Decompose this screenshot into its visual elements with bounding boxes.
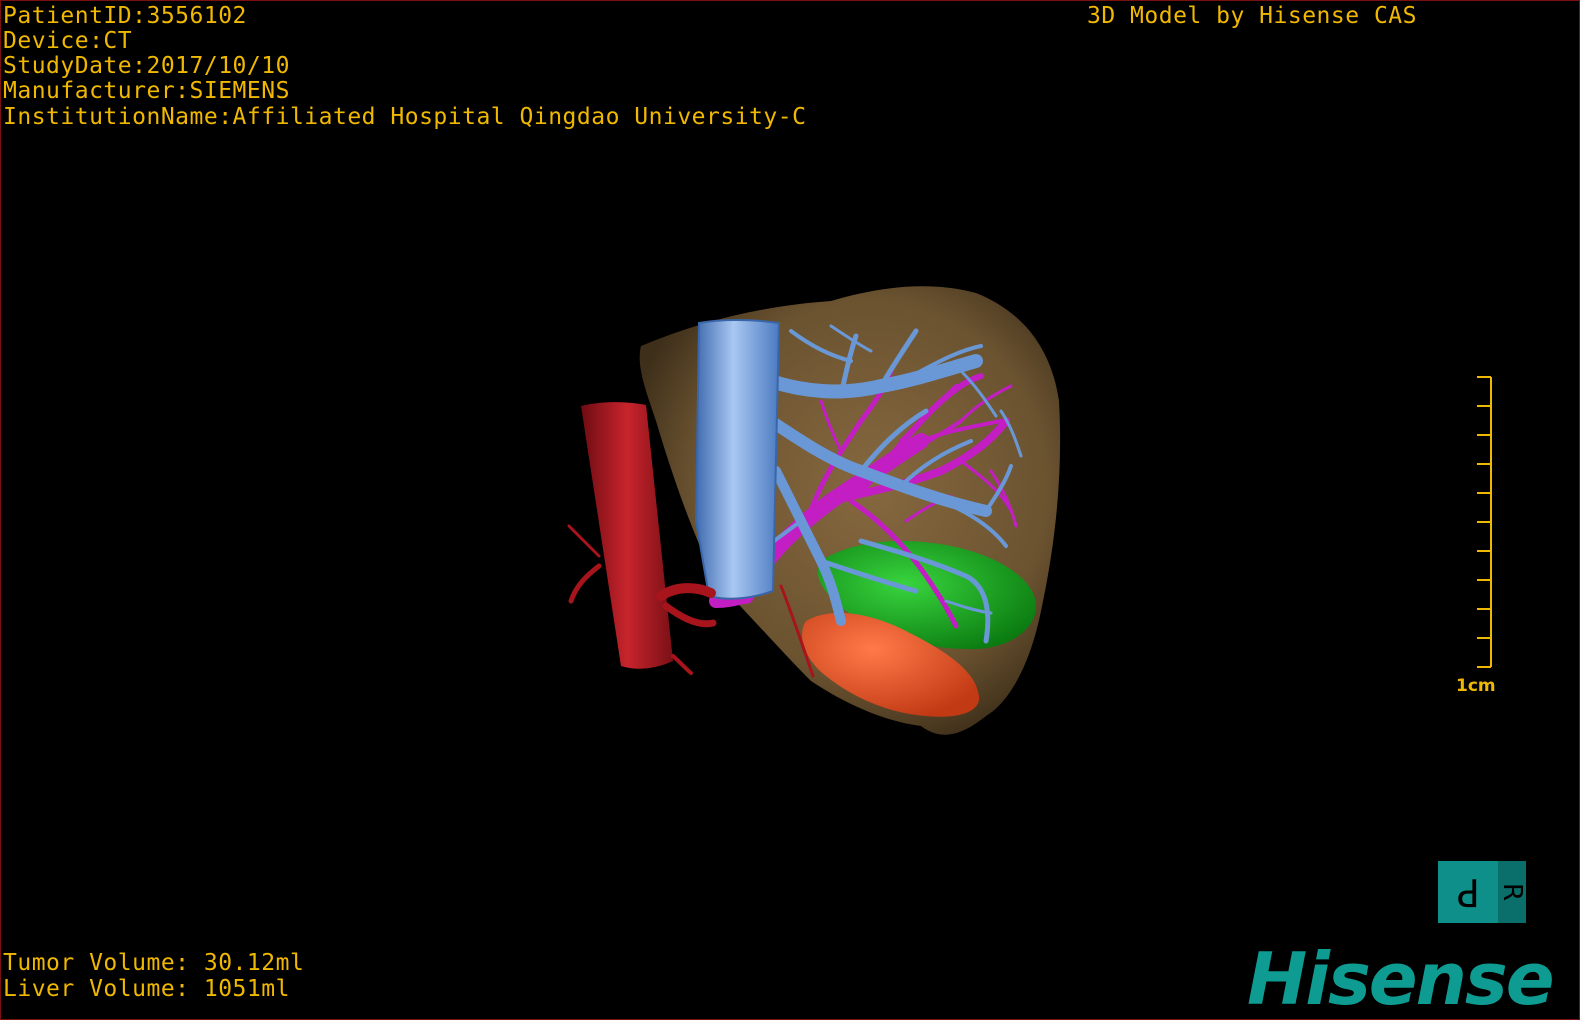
hisense-logo: Hisense xyxy=(1247,937,1555,1020)
orientation-face-left-label: P xyxy=(1456,870,1480,914)
orientation-cube-icon[interactable]: P R xyxy=(1438,861,1527,923)
aorta xyxy=(581,402,673,669)
device-label: Device:CT xyxy=(3,28,133,54)
liver-volume-label: Liver Volume: 1051ml xyxy=(3,976,290,1002)
institution-label: InstitutionName:Affiliated Hospital Qing… xyxy=(3,104,807,130)
patient-id-label: PatientID:3556102 xyxy=(3,3,247,29)
tumor-volume-label: Tumor Volume: 30.12ml xyxy=(3,950,305,976)
orientation-face-right-label: R xyxy=(1496,882,1527,902)
inferior-vena-cava xyxy=(694,319,781,600)
model-credit-label: 3D Model by Hisense CAS xyxy=(1087,3,1417,29)
3d-liver-model[interactable] xyxy=(1,1,1580,1020)
scale-label: 1cm xyxy=(1456,676,1496,696)
study-date-label: StudyDate:2017/10/10 xyxy=(3,53,290,79)
manufacturer-label: Manufacturer:SIEMENS xyxy=(3,78,290,104)
3d-render-viewport[interactable]: PatientID:3556102 Device:CT StudyDate:20… xyxy=(0,0,1580,1020)
orientation-face-posterior[interactable]: P xyxy=(1438,861,1498,923)
orientation-face-right[interactable]: R xyxy=(1496,861,1527,923)
scale-bar-icon xyxy=(1477,376,1492,668)
